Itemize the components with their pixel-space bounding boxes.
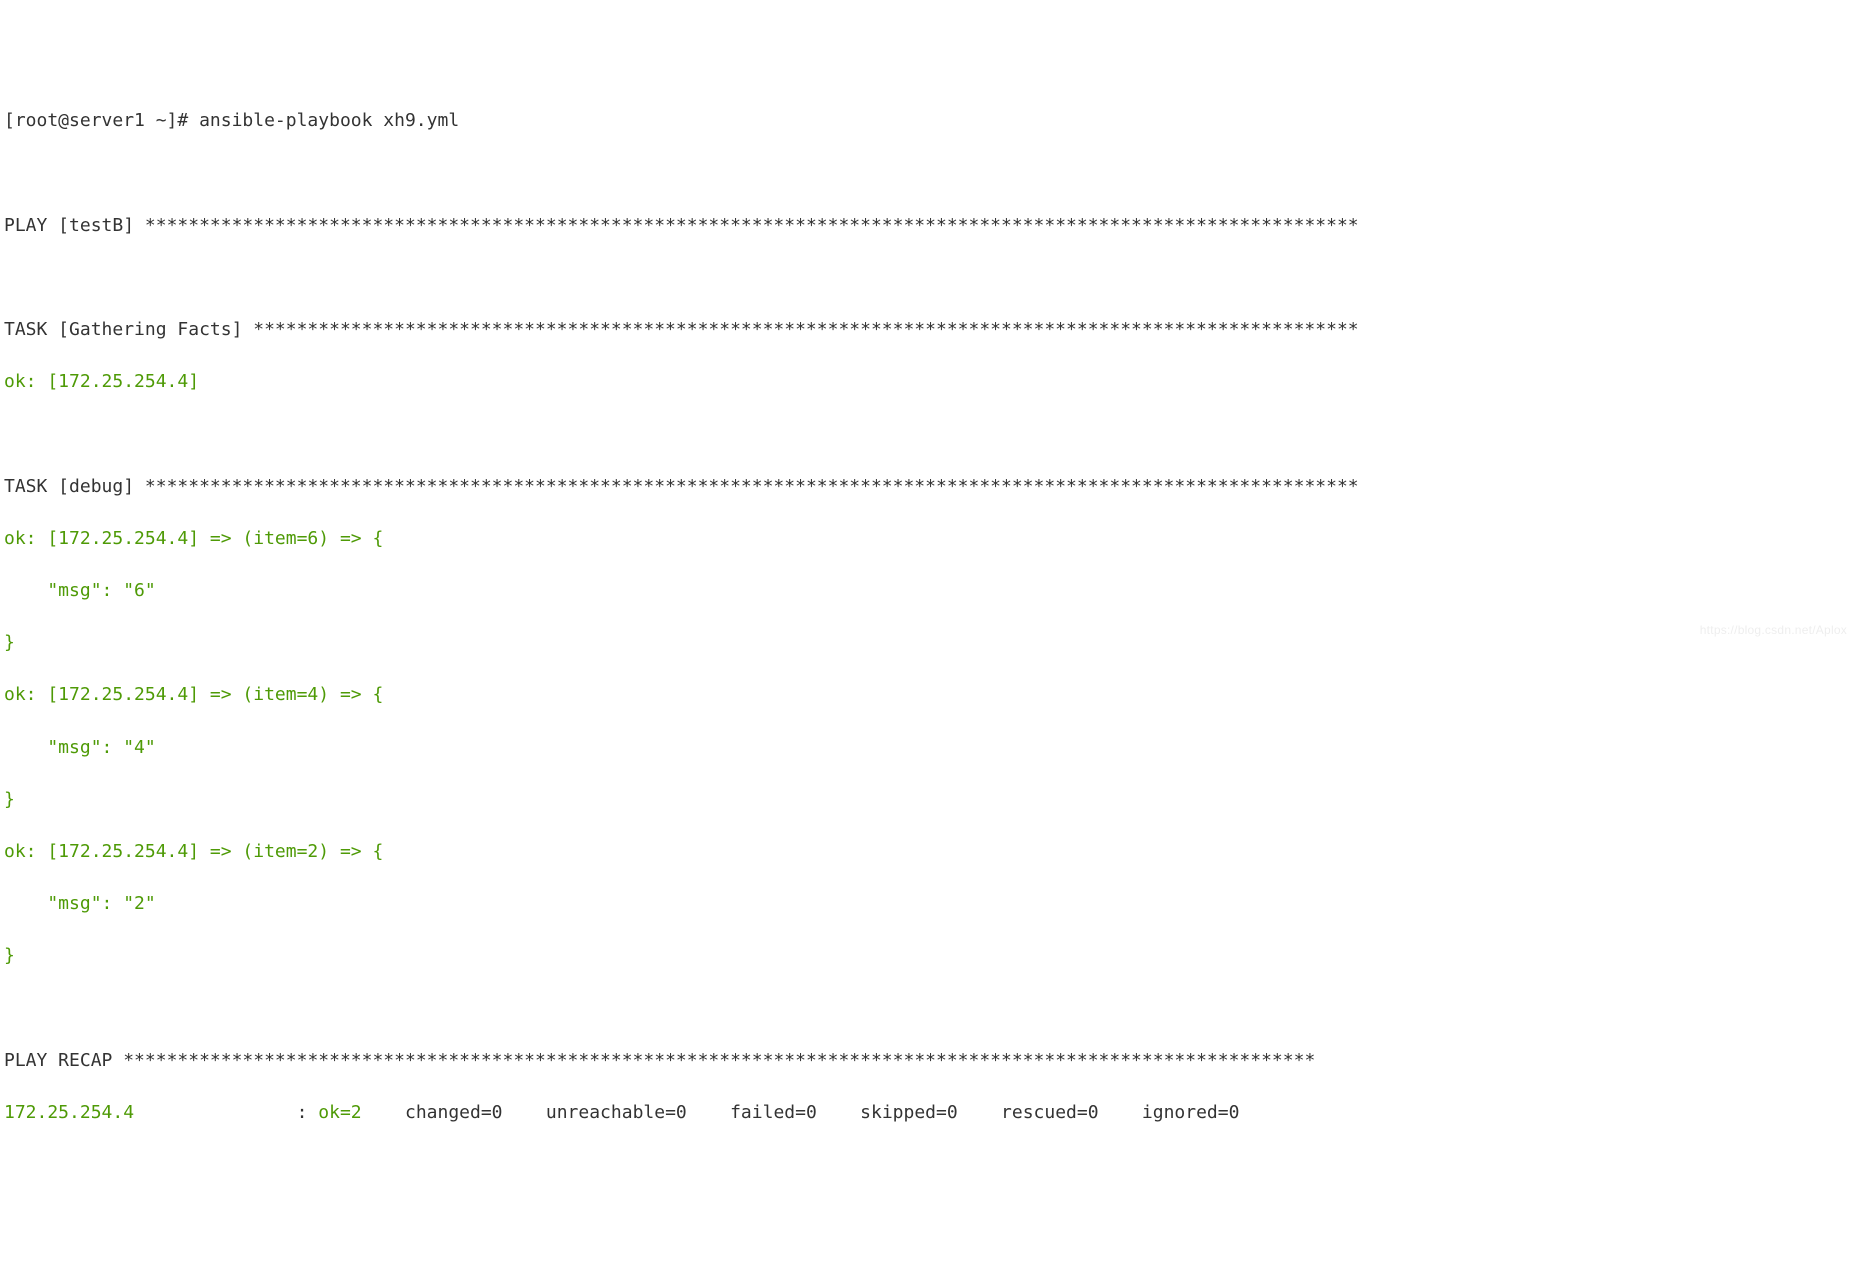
task-gathering-header-text: TASK [Gathering Facts] <box>4 319 253 340</box>
play-star-separator: ****************************************… <box>145 215 1359 236</box>
play-recap-host-line: 172.25.254.4 : ok=2 changed=0 unreachabl… <box>4 1100 1853 1126</box>
play-recap-header-line: PLAY RECAP *****************************… <box>4 1048 1853 1074</box>
debug-item-msg: "msg": "4" <box>4 735 1853 761</box>
blank-line <box>4 161 1853 187</box>
task-debug-header-text: TASK [debug] <box>4 476 145 497</box>
recap-ok-count: ok=2 <box>318 1102 361 1123</box>
task-gathering-star-separator: ****************************************… <box>253 319 1358 340</box>
recap-other-counts: changed=0 unreachable=0 failed=0 skipped… <box>362 1102 1240 1123</box>
debug-item-close: } <box>4 943 1853 969</box>
debug-item-msg: "msg": "2" <box>4 891 1853 917</box>
debug-item-close: } <box>4 787 1853 813</box>
debug-item-msg: "msg": "6" <box>4 578 1853 604</box>
play-header-line: PLAY [testB] ***************************… <box>4 213 1853 239</box>
task-debug-header-line: TASK [debug] ***************************… <box>4 474 1853 500</box>
play-recap-header-text: PLAY RECAP <box>4 1050 123 1071</box>
watermark-text: https://blog.csdn.net/Aplox <box>1700 622 1847 639</box>
blank-line <box>4 265 1853 291</box>
recap-separator: : <box>134 1102 318 1123</box>
debug-item-line: ok: [172.25.254.4] => (item=4) => { <box>4 682 1853 708</box>
task-gathering-ok-line: ok: [172.25.254.4] <box>4 369 1853 395</box>
play-recap-star-separator: ****************************************… <box>123 1050 1315 1071</box>
debug-item-line: ok: [172.25.254.4] => (item=2) => { <box>4 839 1853 865</box>
command-prompt-line: [root@server1 ~]# ansible-playbook xh9.y… <box>4 108 1853 134</box>
task-gathering-header-line: TASK [Gathering Facts] *****************… <box>4 317 1853 343</box>
debug-item-line: ok: [172.25.254.4] => (item=6) => { <box>4 526 1853 552</box>
blank-line <box>4 996 1853 1022</box>
prompt-text: [root@server1 ~]# ansible-playbook xh9.y… <box>4 110 459 131</box>
debug-item-close: } <box>4 630 1853 656</box>
recap-host-name: 172.25.254.4 <box>4 1102 134 1123</box>
task-debug-star-separator: ****************************************… <box>145 476 1359 497</box>
blank-line <box>4 422 1853 448</box>
play-header-text: PLAY [testB] <box>4 215 145 236</box>
